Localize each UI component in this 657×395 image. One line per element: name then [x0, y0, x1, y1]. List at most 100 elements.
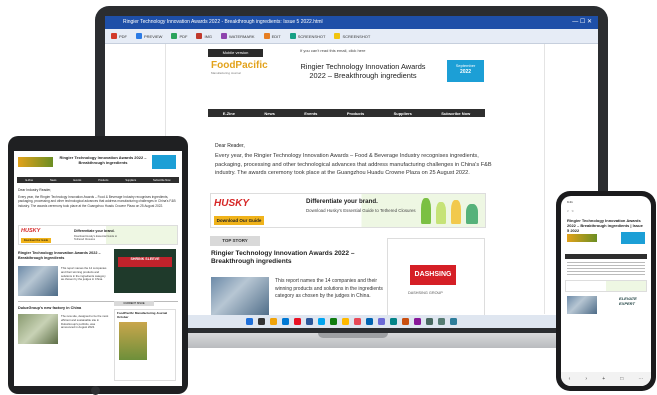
phone-story-image[interactable]	[567, 296, 597, 314]
watermark-icon	[221, 33, 228, 39]
tablet-story2-image[interactable]	[18, 314, 58, 344]
nav-item-e-zine[interactable]: E-Zine	[223, 111, 235, 116]
nav-item-subscribe-now[interactable]: Subscribe Now	[441, 111, 470, 116]
taskbar-app-icon[interactable]	[270, 318, 277, 325]
nav-item-products[interactable]: Products	[347, 111, 364, 116]
story-image[interactable]	[211, 277, 269, 317]
phone-elevate-ad[interactable]: ELEVATE EXPERT	[619, 296, 651, 306]
taskbar-app-icon[interactable]	[354, 318, 361, 325]
dasing-sub: DASHSING GROUP	[408, 291, 443, 295]
toolbar-item-label: SCREENSHOT	[342, 33, 371, 39]
window-controls[interactable]: — ☐ ✕	[572, 16, 592, 29]
toolbar-item-label: WATERMARK	[229, 33, 255, 39]
toolbar-item[interactable]: SCREENSHOT	[334, 33, 370, 39]
tablet-divider	[18, 301, 178, 302]
taskbar-app-icon[interactable]	[390, 318, 397, 325]
issue-badge[interactable]: September 2022	[447, 60, 484, 82]
download-guide-button[interactable]: Download Our Guide	[214, 216, 264, 225]
nav-item-news[interactable]: News	[264, 111, 274, 116]
taskbar-app-icon[interactable]	[378, 318, 385, 325]
nav-item-events[interactable]: Events	[304, 111, 317, 116]
foodpacific-logo[interactable]: FoodPacific Manufacturing Journal	[211, 61, 283, 81]
toolbar-item[interactable]: PDF	[171, 33, 187, 39]
toolbar-item[interactable]: PDF	[111, 33, 127, 39]
story-title-link[interactable]: Ringier Technology Innovation Awards 202…	[211, 250, 381, 267]
taskbar-app-icon[interactable]	[258, 318, 265, 325]
tablet-download-button[interactable]: Download Our Guide	[21, 238, 51, 243]
phone-nav-icon[interactable]: ⋯	[638, 376, 643, 382]
taskbar-app-icon[interactable]	[366, 318, 373, 325]
toolbar-item-label: IMG	[204, 33, 213, 39]
taskbar-app-icon[interactable]	[450, 318, 457, 325]
image-icon	[196, 33, 203, 39]
main-nav: E-Zine News Events Products Suppliers Subscri…	[208, 109, 485, 117]
tablet-intro: Every year, the Ringier Technology Innov…	[18, 195, 176, 208]
mobile-version-button[interactable]: Mobile version	[208, 49, 263, 57]
phone-nav-icon[interactable]: ‹	[569, 376, 571, 382]
toolbar-item[interactable]: SCREENSHOT	[289, 33, 326, 39]
taskbar-app-icon[interactable]	[330, 318, 337, 325]
toolbar-item[interactable]: IMG	[196, 33, 212, 39]
taskbar-app-icon[interactable]	[294, 318, 301, 325]
tablet-nav-item-subscribe-now[interactable]: Subscribe Now	[153, 179, 170, 182]
nav-item-suppliers[interactable]: Suppliers	[394, 111, 412, 116]
tablet-husky-ad[interactable]: HUSKY Download Our Guide Differentiate y…	[18, 225, 178, 245]
taskbar-app-icon[interactable]	[282, 318, 289, 325]
tablet-greeting: Dear Industry Reader,	[18, 188, 52, 192]
tablet-nav-item-news[interactable]: News	[50, 179, 57, 182]
tablet-nav-item-suppliers[interactable]: Suppliers	[125, 179, 136, 182]
toolbar-item[interactable]: EDIT	[263, 33, 281, 39]
shrink-sleeve-ad[interactable]: SHRINK SLEEVE	[114, 249, 176, 293]
tablet-screen: Ringier Technology Innovation Awards 202…	[14, 151, 182, 386]
toolbar-item[interactable]: PREVIEW	[136, 33, 162, 39]
taskbar-app-icon[interactable]	[318, 318, 325, 325]
tablet-nav-item-events[interactable]: Events	[73, 179, 81, 182]
phone-bottom-bar: ‹ › + □ ⋯	[561, 372, 651, 386]
tablet-husky-headline: Differentiate your brand.	[74, 229, 115, 233]
husky-headline: Differentiate your brand.	[306, 198, 378, 205]
phone-husky-ad[interactable]	[565, 280, 647, 292]
toolbar-item-label: PREVIEW	[144, 33, 163, 39]
magazine-card[interactable]: FoodPacific Manufacturing Journal Octobe…	[114, 309, 176, 381]
phone-nav-icon[interactable]: +	[602, 376, 605, 382]
phone-logo[interactable]	[567, 234, 597, 242]
tablet-nav-item-e-zine[interactable]: E-Zine	[25, 179, 33, 182]
taskbar-app-icon[interactable]	[414, 318, 421, 325]
tablet-issue-badge[interactable]	[152, 155, 176, 169]
magazine-cover[interactable]	[119, 322, 147, 360]
toolbar: PDF PREVIEW PDF IMG WATERMARK EDIT SCREENSHOT S…	[105, 29, 598, 44]
tablet-nav-item-products[interactable]: Products	[98, 179, 108, 182]
bottle-icon	[466, 204, 478, 224]
taskbar-app-icon[interactable]	[342, 318, 349, 325]
husky-ad-banner[interactable]: HUSKY Download Our Guide Differentiate y…	[210, 193, 486, 228]
phone-nav-icon[interactable]: ›	[585, 376, 587, 382]
phone-issue-badge[interactable]	[621, 232, 645, 244]
tablet-story2-title[interactable]: DuluxGroup's new factory in China	[18, 306, 108, 310]
bottle-icon	[451, 200, 461, 224]
window-title: Ringier Technology Innovation Awards 202…	[123, 19, 323, 25]
taskbar-app-icon[interactable]	[402, 318, 409, 325]
toolbar-item[interactable]: WATERMARK	[221, 33, 255, 39]
phone-nav[interactable]	[565, 254, 647, 259]
husky-logo: HUSKY	[214, 198, 250, 209]
husky-subtext: Download Husky's Essential Guide to Teth…	[306, 208, 416, 213]
tablet-story2-text: The new site, designed to be the most ef…	[61, 314, 109, 330]
taskbar-app-icon[interactable]	[426, 318, 433, 325]
dasing-ad[interactable]: DASHSING DASHSING GROUP	[387, 238, 485, 322]
toolbar-item-label: PDF	[119, 33, 127, 39]
tablet-story-image[interactable]	[18, 266, 58, 296]
phone-url-bar[interactable]: < ☆	[567, 209, 574, 213]
phone-nav-icon[interactable]: □	[620, 376, 623, 382]
tablet-story-text: This report names the 14 companies and t…	[61, 266, 107, 282]
toolbar-item-label: SCREENSHOT	[297, 33, 326, 39]
tablet-logo[interactable]	[18, 157, 53, 167]
current-issue-label: CURRENT ISSUE	[114, 301, 154, 306]
bottle-icon	[421, 198, 431, 224]
taskbar-app-icon[interactable]	[246, 318, 253, 325]
tablet-title: Ringier Technology Innovation Awards 202…	[59, 155, 147, 165]
taskbar-app-icon[interactable]	[306, 318, 313, 325]
taskbar-app-icon[interactable]	[438, 318, 445, 325]
tablet-story-title[interactable]: Ringier Technology Innovation Awards 202…	[18, 251, 108, 261]
view-in-browser-link[interactable]: If you can't read this email, click here	[300, 48, 365, 53]
bottle-icon	[436, 202, 446, 224]
